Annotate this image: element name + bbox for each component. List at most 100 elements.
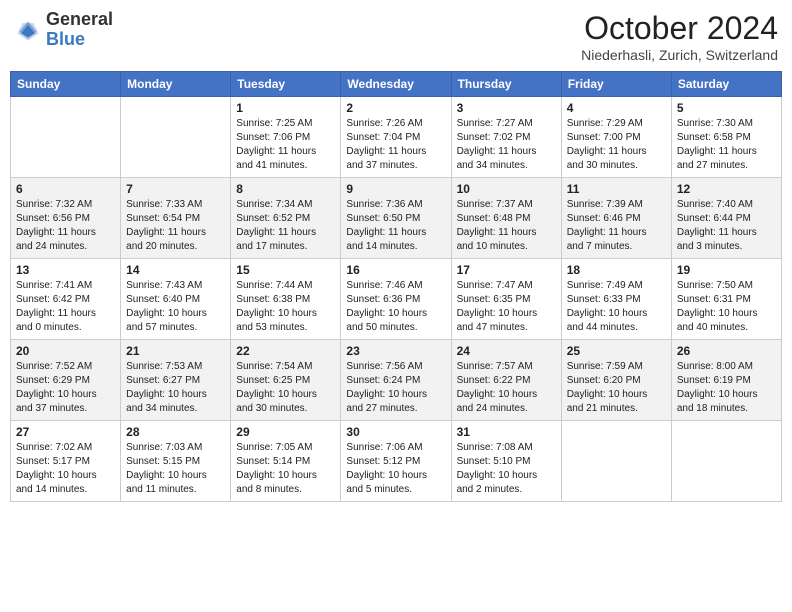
day-number: 30 — [346, 425, 445, 439]
weekday-header-thursday: Thursday — [451, 72, 561, 97]
day-number: 27 — [16, 425, 115, 439]
header: General Blue October 2024 Niederhasli, Z… — [10, 10, 782, 63]
day-info: Sunrise: 7:41 AMSunset: 6:42 PMDaylight:… — [16, 279, 115, 335]
calendar-cell: 27 Sunrise: 7:02 AMSunset: 5:17 PMDayligh… — [11, 421, 121, 502]
calendar-cell: 24 Sunrise: 7:57 AMSunset: 6:22 PMDayligh… — [451, 340, 561, 421]
day-number: 23 — [346, 344, 445, 358]
calendar-cell: 2 Sunrise: 7:26 AMSunset: 7:04 PMDaylight… — [341, 97, 451, 178]
day-info: Sunrise: 7:40 AMSunset: 6:44 PMDaylight:… — [677, 198, 776, 254]
calendar-cell: 5 Sunrise: 7:30 AMSunset: 6:58 PMDaylight… — [671, 97, 781, 178]
day-info: Sunrise: 7:37 AMSunset: 6:48 PMDaylight:… — [457, 198, 556, 254]
day-number: 16 — [346, 263, 445, 277]
day-number: 1 — [236, 101, 335, 115]
day-info: Sunrise: 7:56 AMSunset: 6:24 PMDaylight:… — [346, 360, 445, 416]
title-area: October 2024 Niederhasli, Zurich, Switze… — [581, 10, 778, 63]
day-info: Sunrise: 7:27 AMSunset: 7:02 PMDaylight:… — [457, 117, 556, 173]
calendar-week-4: 20 Sunrise: 7:52 AMSunset: 6:29 PMDayligh… — [11, 340, 782, 421]
day-info: Sunrise: 7:59 AMSunset: 6:20 PMDaylight:… — [567, 360, 666, 416]
day-info: Sunrise: 7:06 AMSunset: 5:12 PMDaylight:… — [346, 441, 445, 497]
day-info: Sunrise: 7:03 AMSunset: 5:15 PMDaylight:… — [126, 441, 225, 497]
calendar-cell: 29Sunrise: 7:05 AMSunset: 5:14 PMDayligh… — [231, 421, 341, 502]
day-info: Sunrise: 7:53 AMSunset: 6:27 PMDaylight:… — [126, 360, 225, 416]
calendar-cell: 18 Sunrise: 7:49 AMSunset: 6:33 PMDayligh… — [561, 259, 671, 340]
day-info: Sunrise: 7:54 AMSunset: 6:25 PMDaylight:… — [236, 360, 335, 416]
calendar-cell — [561, 421, 671, 502]
calendar-cell: 25 Sunrise: 7:59 AMSunset: 6:20 PMDayligh… — [561, 340, 671, 421]
calendar-cell: 1Sunrise: 7:25 AMSunset: 7:06 PMDaylight… — [231, 97, 341, 178]
calendar-cell: 13Sunrise: 7:41 AMSunset: 6:42 PMDayligh… — [11, 259, 121, 340]
calendar-cell: 10 Sunrise: 7:37 AMSunset: 6:48 PMDayligh… — [451, 178, 561, 259]
day-number: 21 — [126, 344, 225, 358]
day-number: 28 — [126, 425, 225, 439]
calendar-cell: 28 Sunrise: 7:03 AMSunset: 5:15 PMDayligh… — [121, 421, 231, 502]
calendar-cell: 30 Sunrise: 7:06 AMSunset: 5:12 PMDayligh… — [341, 421, 451, 502]
calendar-cell — [11, 97, 121, 178]
calendar-cell: 3Sunrise: 7:27 AMSunset: 7:02 PMDaylight… — [451, 97, 561, 178]
day-info: Sunrise: 7:50 AMSunset: 6:31 PMDaylight:… — [677, 279, 776, 335]
day-number: 9 — [346, 182, 445, 196]
day-number: 4 — [567, 101, 666, 115]
day-info: Sunrise: 7:26 AMSunset: 7:04 PMDaylight:… — [346, 117, 445, 173]
day-number: 31 — [457, 425, 556, 439]
day-info: Sunrise: 8:00 AMSunset: 6:19 PMDaylight:… — [677, 360, 776, 416]
day-info: Sunrise: 7:49 AMSunset: 6:33 PMDaylight:… — [567, 279, 666, 335]
weekday-header-row: SundayMondayTuesdayWednesdayThursdayFrid… — [11, 72, 782, 97]
calendar-cell: 19Sunrise: 7:50 AMSunset: 6:31 PMDayligh… — [671, 259, 781, 340]
day-info: Sunrise: 7:52 AMSunset: 6:29 PMDaylight:… — [16, 360, 115, 416]
weekday-header-sunday: Sunday — [11, 72, 121, 97]
day-info: Sunrise: 7:30 AMSunset: 6:58 PMDaylight:… — [677, 117, 776, 173]
calendar-cell: 31 Sunrise: 7:08 AMSunset: 5:10 PMDayligh… — [451, 421, 561, 502]
calendar-cell: 12 Sunrise: 7:40 AMSunset: 6:44 PMDayligh… — [671, 178, 781, 259]
day-number: 6 — [16, 182, 115, 196]
day-number: 24 — [457, 344, 556, 358]
calendar: SundayMondayTuesdayWednesdayThursdayFrid… — [10, 71, 782, 502]
day-info: Sunrise: 7:33 AMSunset: 6:54 PMDaylight:… — [126, 198, 225, 254]
day-number: 14 — [126, 263, 225, 277]
day-number: 25 — [567, 344, 666, 358]
day-number: 8 — [236, 182, 335, 196]
calendar-cell: 15 Sunrise: 7:44 AMSunset: 6:38 PMDayligh… — [231, 259, 341, 340]
day-number: 11 — [567, 182, 666, 196]
day-info: Sunrise: 7:29 AMSunset: 7:00 PMDaylight:… — [567, 117, 666, 173]
day-number: 7 — [126, 182, 225, 196]
day-info: Sunrise: 7:02 AMSunset: 5:17 PMDaylight:… — [16, 441, 115, 497]
calendar-cell: 17Sunrise: 7:47 AMSunset: 6:35 PMDayligh… — [451, 259, 561, 340]
calendar-cell: 7 Sunrise: 7:33 AMSunset: 6:54 PMDaylight… — [121, 178, 231, 259]
location: Niederhasli, Zurich, Switzerland — [581, 47, 778, 63]
weekday-header-monday: Monday — [121, 72, 231, 97]
day-info: Sunrise: 7:44 AMSunset: 6:38 PMDaylight:… — [236, 279, 335, 335]
calendar-cell: 21 Sunrise: 7:53 AMSunset: 6:27 PMDayligh… — [121, 340, 231, 421]
weekday-header-tuesday: Tuesday — [231, 72, 341, 97]
day-info: Sunrise: 7:34 AMSunset: 6:52 PMDaylight:… — [236, 198, 335, 254]
day-number: 2 — [346, 101, 445, 115]
day-number: 10 — [457, 182, 556, 196]
calendar-week-1: 1Sunrise: 7:25 AMSunset: 7:06 PMDaylight… — [11, 97, 782, 178]
calendar-cell: 11Sunrise: 7:39 AMSunset: 6:46 PMDayligh… — [561, 178, 671, 259]
calendar-cell: 9Sunrise: 7:36 AMSunset: 6:50 PMDaylight… — [341, 178, 451, 259]
weekday-header-friday: Friday — [561, 72, 671, 97]
weekday-header-saturday: Saturday — [671, 72, 781, 97]
calendar-cell: 23 Sunrise: 7:56 AMSunset: 6:24 PMDayligh… — [341, 340, 451, 421]
calendar-cell: 6Sunrise: 7:32 AMSunset: 6:56 PMDaylight… — [11, 178, 121, 259]
day-info: Sunrise: 7:08 AMSunset: 5:10 PMDaylight:… — [457, 441, 556, 497]
weekday-header-wednesday: Wednesday — [341, 72, 451, 97]
day-info: Sunrise: 7:43 AMSunset: 6:40 PMDaylight:… — [126, 279, 225, 335]
day-number: 20 — [16, 344, 115, 358]
day-number: 26 — [677, 344, 776, 358]
calendar-cell: 16Sunrise: 7:46 AMSunset: 6:36 PMDayligh… — [341, 259, 451, 340]
calendar-cell: 26 Sunrise: 8:00 AMSunset: 6:19 PMDayligh… — [671, 340, 781, 421]
calendar-week-3: 13Sunrise: 7:41 AMSunset: 6:42 PMDayligh… — [11, 259, 782, 340]
logo: General Blue — [14, 10, 113, 50]
day-number: 17 — [457, 263, 556, 277]
calendar-cell: 22 Sunrise: 7:54 AMSunset: 6:25 PMDayligh… — [231, 340, 341, 421]
day-info: Sunrise: 7:57 AMSunset: 6:22 PMDaylight:… — [457, 360, 556, 416]
day-number: 22 — [236, 344, 335, 358]
logo-icon — [14, 16, 42, 44]
day-number: 18 — [567, 263, 666, 277]
day-number: 15 — [236, 263, 335, 277]
calendar-cell: 4 Sunrise: 7:29 AMSunset: 7:00 PMDaylight… — [561, 97, 671, 178]
month-title: October 2024 — [581, 10, 778, 47]
calendar-cell — [671, 421, 781, 502]
day-number: 12 — [677, 182, 776, 196]
day-number: 5 — [677, 101, 776, 115]
